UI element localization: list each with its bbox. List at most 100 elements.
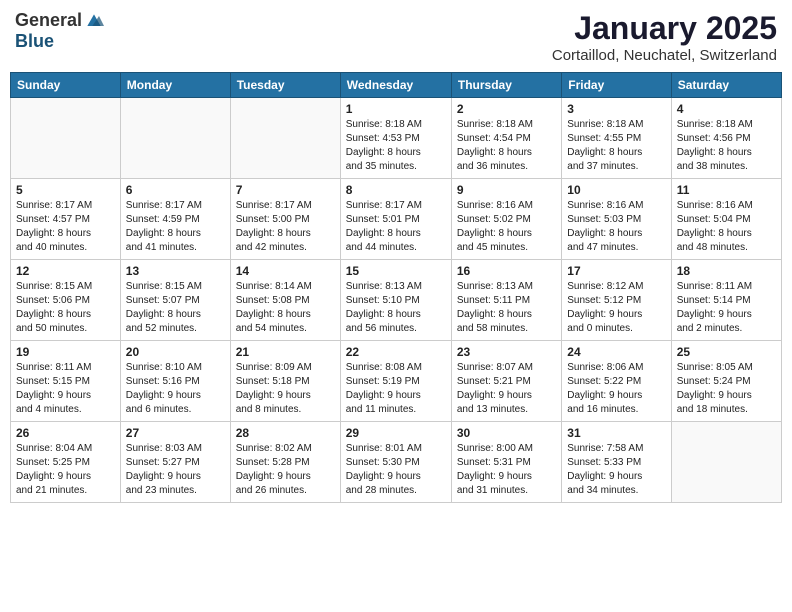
calendar-cell <box>230 98 340 179</box>
weekday-header: Saturday <box>671 73 781 98</box>
calendar-cell: 24 Sunrise: 8:06 AM Sunset: 5:22 PM Dayli… <box>562 341 671 422</box>
calendar-cell: 23 Sunrise: 8:07 AM Sunset: 5:21 PM Dayli… <box>451 341 561 422</box>
day-info: Sunrise: 8:04 AM Sunset: 5:25 PM Dayligh… <box>16 442 115 498</box>
calendar-cell: 4 Sunrise: 8:18 AM Sunset: 4:56 PM Daylig… <box>671 98 781 179</box>
location-title: Cortaillod, Neuchatel, Switzerland <box>552 47 777 64</box>
calendar-cell: 7 Sunrise: 8:17 AM Sunset: 5:00 PM Daylig… <box>230 179 340 260</box>
weekday-header: Friday <box>562 73 671 98</box>
calendar-cell: 14 Sunrise: 8:14 AM Sunset: 5:08 PM Dayli… <box>230 260 340 341</box>
day-number: 4 <box>677 102 776 116</box>
calendar-cell: 8 Sunrise: 8:17 AM Sunset: 5:01 PM Daylig… <box>340 179 451 260</box>
day-info: Sunrise: 8:03 AM Sunset: 5:27 PM Dayligh… <box>126 442 225 498</box>
calendar-cell: 11 Sunrise: 8:16 AM Sunset: 5:04 PM Dayli… <box>671 179 781 260</box>
calendar-cell: 31 Sunrise: 7:58 AM Sunset: 5:33 PM Dayli… <box>562 422 671 503</box>
day-info: Sunrise: 8:13 AM Sunset: 5:10 PM Dayligh… <box>346 280 446 336</box>
day-info: Sunrise: 8:17 AM Sunset: 4:59 PM Dayligh… <box>126 199 225 255</box>
calendar-cell: 16 Sunrise: 8:13 AM Sunset: 5:11 PM Dayli… <box>451 260 561 341</box>
day-info: Sunrise: 8:05 AM Sunset: 5:24 PM Dayligh… <box>677 361 776 417</box>
day-number: 25 <box>677 345 776 359</box>
calendar-cell: 19Sunrise: 8:11 AM Sunset: 5:15 PM Dayli… <box>11 341 121 422</box>
day-info: Sunrise: 8:17 AM Sunset: 4:57 PM Dayligh… <box>16 199 115 255</box>
day-number: 3 <box>567 102 665 116</box>
calendar-cell <box>11 98 121 179</box>
calendar-cell: 28 Sunrise: 8:02 AM Sunset: 5:28 PM Dayli… <box>230 422 340 503</box>
calendar-cell: 25 Sunrise: 8:05 AM Sunset: 5:24 PM Dayli… <box>671 341 781 422</box>
day-number: 6 <box>126 183 225 197</box>
day-number: 12 <box>16 264 115 278</box>
day-number: 14 <box>236 264 335 278</box>
day-info: Sunrise: 8:18 AM Sunset: 4:56 PM Dayligh… <box>677 118 776 174</box>
calendar-cell: 15 Sunrise: 8:13 AM Sunset: 5:10 PM Dayli… <box>340 260 451 341</box>
day-number: 17 <box>567 264 665 278</box>
logo-icon <box>84 11 104 31</box>
day-info: Sunrise: 8:01 AM Sunset: 5:30 PM Dayligh… <box>346 442 446 498</box>
day-number: 20 <box>126 345 225 359</box>
day-info: Sunrise: 8:18 AM Sunset: 4:55 PM Dayligh… <box>567 118 665 174</box>
day-info: Sunrise: 8:17 AM Sunset: 5:00 PM Dayligh… <box>236 199 335 255</box>
logo: General Blue <box>15 10 104 52</box>
day-info: Sunrise: 8:10 AM Sunset: 5:16 PM Dayligh… <box>126 361 225 417</box>
day-number: 26 <box>16 426 115 440</box>
calendar-cell: 12 Sunrise: 8:15 AM Sunset: 5:06 PM Dayli… <box>11 260 121 341</box>
calendar-week-row: 26 Sunrise: 8:04 AM Sunset: 5:25 PM Dayli… <box>11 422 782 503</box>
day-number: 30 <box>457 426 556 440</box>
calendar-cell <box>120 98 230 179</box>
calendar-cell <box>671 422 781 503</box>
day-info: Sunrise: 8:08 AM Sunset: 5:19 PM Dayligh… <box>346 361 446 417</box>
day-info: Sunrise: 8:02 AM Sunset: 5:28 PM Dayligh… <box>236 442 335 498</box>
day-info: Sunrise: 8:15 AM Sunset: 5:06 PM Dayligh… <box>16 280 115 336</box>
weekday-header: Wednesday <box>340 73 451 98</box>
day-number: 11 <box>677 183 776 197</box>
day-number: 10 <box>567 183 665 197</box>
day-number: 29 <box>346 426 446 440</box>
calendar-cell: 26 Sunrise: 8:04 AM Sunset: 5:25 PM Dayli… <box>11 422 121 503</box>
day-number: 15 <box>346 264 446 278</box>
day-number: 27 <box>126 426 225 440</box>
day-number: 23 <box>457 345 556 359</box>
calendar-cell: 20 Sunrise: 8:10 AM Sunset: 5:16 PM Dayli… <box>120 341 230 422</box>
day-number: 31 <box>567 426 665 440</box>
day-info: Sunrise: 8:07 AM Sunset: 5:21 PM Dayligh… <box>457 361 556 417</box>
calendar-week-row: 1 Sunrise: 8:18 AM Sunset: 4:53 PM Daylig… <box>11 98 782 179</box>
calendar-header-row: SundayMondayTuesdayWednesdayThursdayFrid… <box>11 73 782 98</box>
day-number: 8 <box>346 183 446 197</box>
calendar-cell: 27 Sunrise: 8:03 AM Sunset: 5:27 PM Dayli… <box>120 422 230 503</box>
day-info: Sunrise: 8:18 AM Sunset: 4:54 PM Dayligh… <box>457 118 556 174</box>
calendar-cell: 6 Sunrise: 8:17 AM Sunset: 4:59 PM Daylig… <box>120 179 230 260</box>
title-section: January 2025 Cortaillod, Neuchatel, Swit… <box>552 10 777 64</box>
day-number: 5 <box>16 183 115 197</box>
day-number: 1 <box>346 102 446 116</box>
day-info: Sunrise: 8:14 AM Sunset: 5:08 PM Dayligh… <box>236 280 335 336</box>
day-info: Sunrise: 8:18 AM Sunset: 4:53 PM Dayligh… <box>346 118 446 174</box>
calendar-cell: 1 Sunrise: 8:18 AM Sunset: 4:53 PM Daylig… <box>340 98 451 179</box>
weekday-header: Sunday <box>11 73 121 98</box>
calendar-week-row: 12 Sunrise: 8:15 AM Sunset: 5:06 PM Dayli… <box>11 260 782 341</box>
day-number: 28 <box>236 426 335 440</box>
day-info: Sunrise: 8:09 AM Sunset: 5:18 PM Dayligh… <box>236 361 335 417</box>
calendar-cell: 9Sunrise: 8:16 AM Sunset: 5:02 PM Daylig… <box>451 179 561 260</box>
day-info: Sunrise: 8:16 AM Sunset: 5:02 PM Dayligh… <box>457 199 556 255</box>
calendar-cell: 17 Sunrise: 8:12 AM Sunset: 5:12 PM Dayli… <box>562 260 671 341</box>
day-info: Sunrise: 8:11 AM Sunset: 5:14 PM Dayligh… <box>677 280 776 336</box>
day-info: Sunrise: 8:11 AM Sunset: 5:15 PM Dayligh… <box>16 361 115 417</box>
calendar-cell: 2 Sunrise: 8:18 AM Sunset: 4:54 PM Daylig… <box>451 98 561 179</box>
day-info: Sunrise: 8:17 AM Sunset: 5:01 PM Dayligh… <box>346 199 446 255</box>
day-number: 24 <box>567 345 665 359</box>
day-info: Sunrise: 7:58 AM Sunset: 5:33 PM Dayligh… <box>567 442 665 498</box>
day-number: 7 <box>236 183 335 197</box>
page-header: General Blue January 2025 Cortaillod, Ne… <box>10 10 782 64</box>
day-number: 13 <box>126 264 225 278</box>
day-number: 16 <box>457 264 556 278</box>
day-info: Sunrise: 8:16 AM Sunset: 5:04 PM Dayligh… <box>677 199 776 255</box>
day-info: Sunrise: 8:12 AM Sunset: 5:12 PM Dayligh… <box>567 280 665 336</box>
calendar-cell: 18Sunrise: 8:11 AM Sunset: 5:14 PM Dayli… <box>671 260 781 341</box>
day-info: Sunrise: 8:06 AM Sunset: 5:22 PM Dayligh… <box>567 361 665 417</box>
day-number: 2 <box>457 102 556 116</box>
calendar-week-row: 19Sunrise: 8:11 AM Sunset: 5:15 PM Dayli… <box>11 341 782 422</box>
day-info: Sunrise: 8:00 AM Sunset: 5:31 PM Dayligh… <box>457 442 556 498</box>
calendar-cell: 13Sunrise: 8:15 AM Sunset: 5:07 PM Dayli… <box>120 260 230 341</box>
logo-general: General <box>15 10 82 31</box>
day-info: Sunrise: 8:13 AM Sunset: 5:11 PM Dayligh… <box>457 280 556 336</box>
weekday-header: Monday <box>120 73 230 98</box>
calendar-cell: 3 Sunrise: 8:18 AM Sunset: 4:55 PM Daylig… <box>562 98 671 179</box>
